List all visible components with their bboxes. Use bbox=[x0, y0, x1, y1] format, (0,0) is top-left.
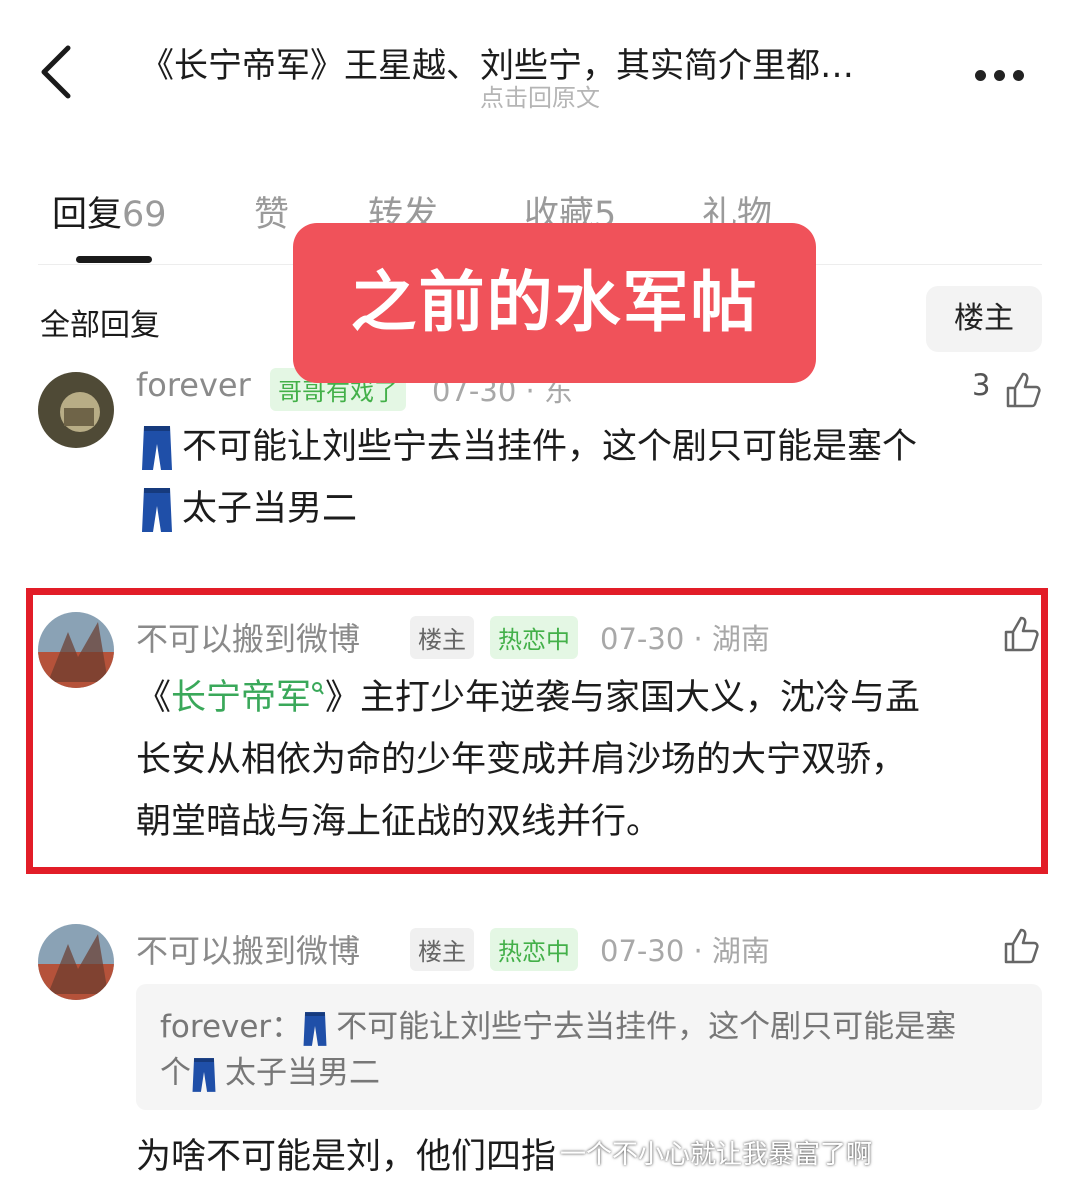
avatar[interactable] bbox=[38, 372, 114, 448]
jeans-emoji-icon bbox=[142, 426, 172, 470]
back-to-original-link[interactable]: 点击回原文 bbox=[0, 78, 1080, 113]
jeans-emoji-icon bbox=[303, 1011, 327, 1046]
comment-body: 《长宁帝军 》主打少年逆袭与家国大义，沈冷与孟 长安从相依为命的少年变成并肩沙场的… bbox=[136, 678, 921, 842]
like-icon[interactable] bbox=[1004, 370, 1042, 410]
status-tag: 热恋中 bbox=[490, 928, 578, 971]
tab-replies[interactable]: 回复69 bbox=[52, 186, 167, 237]
more-menu-icon[interactable] bbox=[975, 66, 1032, 85]
avatar[interactable] bbox=[38, 924, 114, 1000]
search-icon bbox=[312, 682, 324, 695]
username[interactable]: forever bbox=[136, 366, 251, 404]
all-replies-label[interactable]: 全部回复 bbox=[40, 300, 160, 344]
like-icon[interactable] bbox=[1002, 614, 1040, 654]
avatar[interactable] bbox=[38, 612, 114, 688]
jeans-emoji-icon bbox=[192, 1057, 216, 1092]
comment-meta: 07-30 · 湖南 bbox=[600, 622, 770, 656]
owner-tag: 楼主 bbox=[410, 928, 474, 971]
tab-likes[interactable]: 赞 bbox=[254, 186, 289, 237]
active-tab-indicator bbox=[76, 256, 152, 263]
like-count: 3 bbox=[972, 368, 991, 402]
topic-link[interactable]: 长宁帝军 bbox=[171, 678, 311, 718]
username[interactable]: 不可以搬到微博 bbox=[136, 614, 360, 660]
owner-tag: 楼主 bbox=[410, 616, 474, 659]
overlay-banner: 之前的水军帖 bbox=[293, 223, 816, 383]
quoted-reply-text: forever： 不可能让刘些宁去当挂件，这个剧只可能是塞 个太子当男二 bbox=[160, 1004, 1020, 1096]
watermark: 一个不小心就让我暴富了啊 bbox=[560, 1140, 873, 1170]
owner-only-button[interactable]: 楼主 bbox=[926, 286, 1042, 352]
username[interactable]: 不可以搬到微博 bbox=[136, 926, 360, 972]
like-icon[interactable] bbox=[1002, 926, 1040, 966]
status-tag: 热恋中 bbox=[490, 616, 578, 659]
comment-meta: 07-30 · 湖南 bbox=[600, 934, 770, 968]
comment-body: 不可能让刘些宁去当挂件，这个剧只可能是塞个 太子当男二 bbox=[140, 416, 1040, 540]
jeans-emoji-icon bbox=[142, 488, 172, 532]
